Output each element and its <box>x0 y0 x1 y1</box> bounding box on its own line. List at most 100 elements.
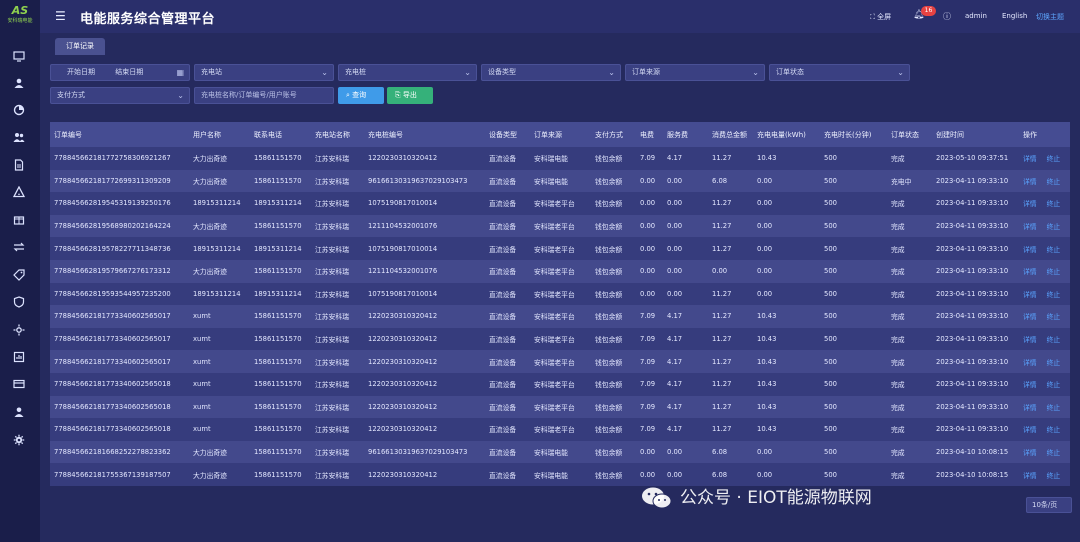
table-cell: 0.00 <box>636 282 663 306</box>
table-cell: 2023-04-11 09:33:10 <box>932 214 1019 238</box>
theme-switch[interactable]: 切换主题 <box>1036 12 1064 22</box>
stop-link[interactable]: 终止 <box>1047 472 1061 480</box>
date-range-picker[interactable]: 开始日期 结束日期 ▦ <box>50 64 190 81</box>
transfer-icon[interactable] <box>12 241 26 255</box>
order-status-select[interactable]: 订单状态 ⌄ <box>769 64 910 81</box>
station-select-label: 充电站 <box>201 68 222 76</box>
table-cell: 直流设备 <box>485 192 530 215</box>
detail-link[interactable]: 详情 <box>1023 336 1037 344</box>
table-cell: 500 <box>820 440 887 464</box>
detail-link[interactable]: 详情 <box>1023 155 1037 163</box>
stop-link[interactable]: 终止 <box>1047 155 1061 163</box>
chart-icon[interactable] <box>12 104 26 118</box>
language-switch[interactable]: English <box>1002 12 1027 20</box>
order-status-label: 订单状态 <box>776 68 804 76</box>
detail-link[interactable]: 详情 <box>1023 426 1037 434</box>
actions-cell: 详情 终止 <box>1019 372 1070 396</box>
detail-link[interactable]: 详情 <box>1023 404 1037 412</box>
detail-link[interactable]: 详情 <box>1023 291 1037 299</box>
table-cell: 6.08 <box>708 169 753 193</box>
table-cell: 1211104532001076 <box>364 214 485 238</box>
table-cell: 15861151570 <box>250 395 311 419</box>
detail-link[interactable]: 详情 <box>1023 268 1037 276</box>
tag-icon[interactable] <box>12 269 26 283</box>
detail-link[interactable]: 详情 <box>1023 178 1037 186</box>
stop-link[interactable]: 终止 <box>1047 246 1061 254</box>
stop-link[interactable]: 终止 <box>1047 426 1061 434</box>
stop-link[interactable]: 终止 <box>1047 291 1061 299</box>
table-cell: 4.17 <box>663 350 708 373</box>
report-icon[interactable] <box>12 351 26 365</box>
pile-select[interactable]: 充电桩 ⌄ <box>338 64 477 81</box>
user-menu[interactable]: admin <box>965 12 987 20</box>
shield-icon[interactable] <box>12 296 26 310</box>
settings-cog-icon[interactable] <box>12 324 26 338</box>
table-cell: 0.00 <box>663 192 708 215</box>
table-cell: 1075190817010014 <box>364 192 485 215</box>
table-cell: 0.00 <box>753 192 820 215</box>
table-cell: 完成 <box>887 440 932 464</box>
search-button-label: 查询 <box>352 91 367 99</box>
table-cell: 2023-04-11 09:33:10 <box>932 282 1019 306</box>
table-cell: 0.00 <box>636 440 663 464</box>
table-cell: 0.00 <box>753 259 820 283</box>
table-cell: 500 <box>820 305 887 328</box>
table-cell: 钱包余额 <box>591 214 636 238</box>
monitor-icon[interactable] <box>12 50 26 64</box>
table-cell: 江苏安科瑞 <box>311 327 364 351</box>
detail-link[interactable]: 详情 <box>1023 381 1037 389</box>
search-button[interactable]: ⌕ 查询 <box>338 87 384 104</box>
actions-cell: 详情 终止 <box>1019 259 1070 283</box>
warning-icon[interactable] <box>12 185 26 200</box>
table-cell: 钱包余额 <box>591 440 636 464</box>
table-cell: 钱包余额 <box>591 372 636 396</box>
end-date-field[interactable]: 结束日期 <box>115 68 143 76</box>
chevron-down-icon: ⌄ <box>897 68 904 77</box>
stop-link[interactable]: 终止 <box>1047 336 1061 344</box>
stop-link[interactable]: 终止 <box>1047 359 1061 367</box>
detail-link[interactable]: 详情 <box>1023 200 1037 208</box>
menu-toggle-icon[interactable]: ☰ <box>55 9 66 23</box>
stop-link[interactable]: 终止 <box>1047 381 1061 389</box>
table-cell: 10.43 <box>753 147 820 170</box>
detail-link[interactable]: 详情 <box>1023 449 1037 457</box>
table-cell: 直流设备 <box>485 282 530 306</box>
stop-link[interactable]: 终止 <box>1047 178 1061 186</box>
group-icon[interactable] <box>12 131 26 145</box>
table-cell: 778845662181773340602565018 <box>50 395 189 419</box>
stop-link[interactable]: 终止 <box>1047 449 1061 457</box>
station-select[interactable]: 充电站 ⌄ <box>194 64 334 81</box>
device-type-select[interactable]: 设备类型 ⌄ <box>481 64 621 81</box>
gift-icon[interactable] <box>12 213 26 227</box>
search-input[interactable]: 充电桩名称/订单编号/用户账号 <box>194 87 334 104</box>
person-icon[interactable] <box>12 406 26 420</box>
stop-link[interactable]: 终止 <box>1047 313 1061 321</box>
table-row: 778845662819593544957235200 18915311214 18… <box>50 282 1070 306</box>
fullscreen-button[interactable]: ⛶ 全屏 <box>870 12 891 22</box>
gear-icon[interactable] <box>12 434 26 448</box>
table-cell: 0.00 <box>636 463 663 486</box>
table-cell: 充电中 <box>887 169 932 193</box>
payment-select[interactable]: 支付方式 ⌄ <box>50 87 190 104</box>
stop-link[interactable]: 终止 <box>1047 404 1061 412</box>
actions-cell: 详情 终止 <box>1019 305 1070 328</box>
help-icon[interactable]: ⓘ <box>943 11 951 22</box>
page-size-select[interactable]: 10条/页 <box>1026 497 1072 513</box>
detail-link[interactable]: 详情 <box>1023 223 1037 231</box>
start-date-field[interactable]: 开始日期 <box>67 68 95 76</box>
export-button[interactable]: ⎘ 导出 <box>387 87 433 104</box>
table-cell: 778845662181773340602565018 <box>50 372 189 396</box>
order-source-select[interactable]: 订单来源 ⌄ <box>625 64 765 81</box>
card-icon[interactable] <box>12 378 26 392</box>
detail-link[interactable]: 详情 <box>1023 359 1037 367</box>
tab-order-records[interactable]: 订单记录 <box>55 38 105 55</box>
detail-link[interactable]: 详情 <box>1023 313 1037 321</box>
table-cell: 直流设备 <box>485 350 530 373</box>
stop-link[interactable]: 终止 <box>1047 223 1061 231</box>
detail-link[interactable]: 详情 <box>1023 246 1037 254</box>
user-icon[interactable] <box>12 77 26 91</box>
stop-link[interactable]: 终止 <box>1047 200 1061 208</box>
stop-link[interactable]: 终止 <box>1047 268 1061 276</box>
detail-link[interactable]: 详情 <box>1023 472 1037 480</box>
document-icon[interactable] <box>12 159 26 173</box>
